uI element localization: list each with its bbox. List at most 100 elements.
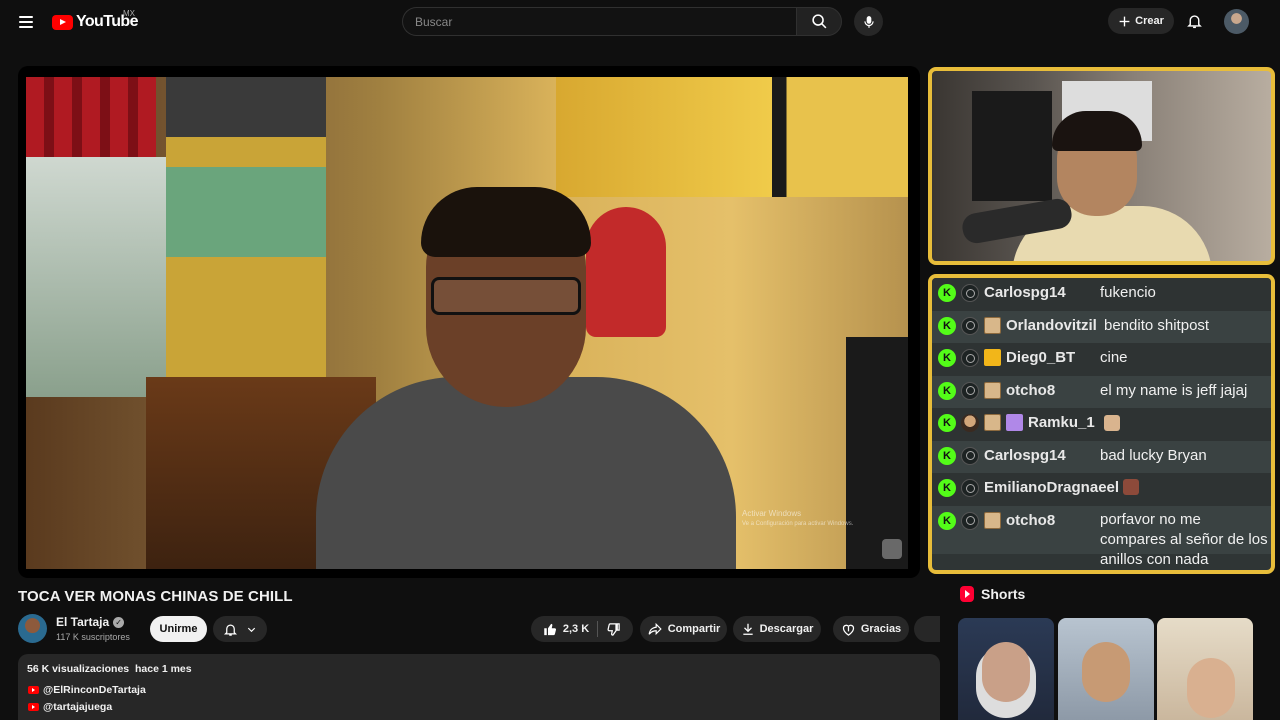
subscriber-count: 117 K suscriptores: [56, 632, 130, 642]
short-thumbnail[interactable]: [1157, 618, 1253, 720]
chat-message: K Ramku_1: [932, 408, 1271, 441]
more-actions-button[interactable]: [914, 616, 940, 642]
create-label: Crear: [1135, 15, 1164, 27]
crown-badge-icon: [984, 349, 1001, 366]
youtube-icon: [28, 686, 39, 694]
youtube-icon: [28, 703, 39, 711]
chat-username: otcho8: [1006, 511, 1056, 529]
like-button[interactable]: 2,3 K: [543, 621, 599, 637]
share-label: Compartir: [667, 623, 721, 635]
description-channel-link[interactable]: @tartajajuega: [28, 701, 112, 713]
share-icon: [648, 622, 662, 636]
chat-username: Carlospg14: [984, 284, 1066, 301]
plus-icon: [1119, 16, 1130, 26]
short-thumbnail-face: [1082, 642, 1130, 702]
view-count: 56 K visualizaciones: [27, 663, 130, 675]
share-button[interactable]: Compartir: [640, 616, 727, 642]
windows-watermark: Activar Windows Ve a Configuración para …: [742, 509, 853, 529]
chat-text: bendito shitpost: [1104, 316, 1210, 334]
user-icon: [961, 446, 979, 465]
video-title: TOCA VER MONAS CHINAS DE CHILL: [18, 588, 293, 605]
subscription-notify-button[interactable]: [213, 616, 267, 642]
search-input[interactable]: [402, 7, 796, 36]
chat-text: fukencio: [1100, 284, 1156, 301]
download-button[interactable]: Descargar: [733, 616, 821, 642]
chat-username: EmilianoDragnaeel: [984, 479, 1120, 496]
join-button[interactable]: Unirme: [150, 616, 207, 642]
subscriber-badge-icon: [984, 511, 1001, 529]
chat-message: K Carlospg14 fukencio: [932, 278, 1271, 311]
kick-badge-icon: K: [938, 446, 956, 465]
kick-badge-icon: K: [938, 414, 956, 432]
chat-username: Carlospg14: [984, 446, 1066, 464]
short-thumbnail[interactable]: [958, 618, 1054, 720]
dislike-button[interactable]: [603, 622, 621, 637]
chat-emote: [1100, 414, 1120, 432]
chat-text: el my name is jeff jajaj: [1100, 381, 1248, 399]
description-meta: 56 K visualizaciones hace 1 mes: [27, 663, 192, 675]
menu-icon[interactable]: [14, 10, 38, 34]
account-avatar[interactable]: [1224, 9, 1249, 34]
region-code: MX: [123, 9, 135, 18]
channel-avatar[interactable]: [18, 614, 47, 643]
facecam-hair: [1052, 111, 1142, 151]
kick-badge-icon: K: [938, 479, 956, 497]
create-button[interactable]: Crear: [1108, 8, 1174, 34]
search-bar: [402, 7, 842, 36]
thumbs-down-icon: [607, 622, 620, 636]
scene-window: [26, 157, 166, 397]
chat-text: porfavor no me compares al señor de los …: [1100, 510, 1268, 568]
short-thumbnail[interactable]: [1058, 618, 1154, 720]
microphone-icon: [863, 15, 874, 28]
thanks-button[interactable]: Gracias: [833, 616, 909, 642]
short-thumbnail-face: [1187, 658, 1235, 718]
thumbs-up-icon: [544, 623, 556, 635]
chat-text: cine: [1100, 349, 1128, 366]
shorts-icon: [960, 586, 974, 602]
description-channel-link[interactable]: @ElRinconDeTartaja: [28, 684, 146, 696]
chat-username: Dieg0_BT: [1006, 349, 1076, 366]
streamer-facecam: [928, 67, 1275, 265]
user-icon: [961, 284, 979, 302]
description-box[interactable]: 56 K visualizaciones hace 1 mes @ElRinco…: [18, 654, 940, 720]
subscriber-badge-icon: [984, 381, 1001, 399]
shorts-heading: Shorts: [960, 586, 1025, 602]
short-thumbnail-face: [982, 642, 1030, 702]
video-player[interactable]: Activar Windows Ve a Configuración para …: [18, 66, 920, 578]
top-bar: YouTube MX Crear: [0, 0, 1280, 44]
scene-poster: [556, 77, 908, 197]
user-icon: [961, 316, 979, 335]
kick-badge-icon: K: [938, 284, 956, 302]
emote-icon: [1104, 415, 1120, 432]
watermark-subtitle: Ve a Configuración para activar Windows.: [742, 521, 854, 527]
scene-awning: [26, 77, 156, 157]
kick-badge-icon: K: [938, 381, 956, 400]
video-frame[interactable]: Activar Windows Ve a Configuración para …: [26, 77, 908, 569]
verified-check-icon: ✓: [113, 616, 125, 628]
presenter-glasses: [431, 277, 581, 315]
chat-text: bad lucky Bryan: [1100, 446, 1207, 464]
notifications-button[interactable]: [1182, 9, 1206, 33]
channel-name-link[interactable]: El Tartaja ✓: [56, 615, 125, 629]
chevron-down-icon: [247, 627, 256, 632]
channel-link-text: @ElRinconDeTartaja: [43, 684, 146, 696]
channel-watermark-icon[interactable]: [882, 539, 902, 559]
chat-username: otcho8: [1006, 381, 1056, 399]
presenter-hair: [421, 187, 591, 257]
search-button[interactable]: [796, 7, 842, 36]
super-thanks-icon: [842, 624, 854, 636]
user-icon: [961, 349, 979, 367]
youtube-logo[interactable]: YouTube MX: [52, 9, 138, 33]
like-dislike-group: 2,3 K: [531, 616, 633, 642]
facecam-hoodie: [972, 91, 1052, 201]
user-photo-icon: [961, 414, 979, 432]
scene-chair: [846, 337, 908, 569]
kick-badge-icon: K: [938, 316, 956, 335]
bell-icon: [223, 624, 238, 636]
voice-search-button[interactable]: [854, 7, 883, 36]
subscriber-badge-icon: [984, 316, 1001, 334]
channel-name: El Tartaja: [56, 615, 110, 629]
bell-icon: [1186, 15, 1202, 29]
like-count: 2,3 K: [562, 623, 590, 635]
kick-badge-icon: K: [938, 349, 956, 367]
